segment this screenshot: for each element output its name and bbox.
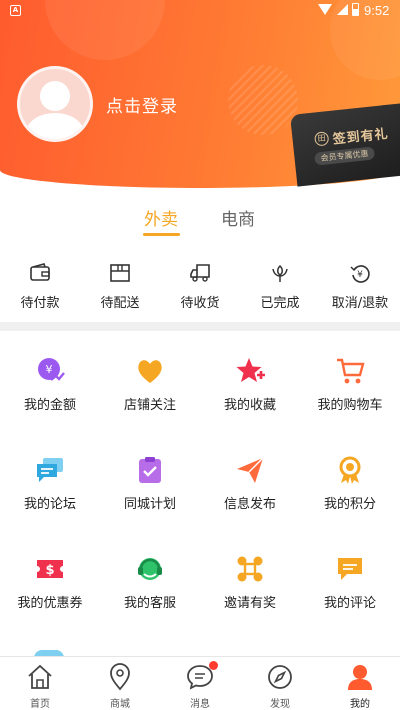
signin-subtitle: 会员专属优惠: [314, 146, 376, 166]
order-label: 待收货: [180, 296, 220, 311]
nav-label: 首页: [30, 699, 50, 710]
login-link[interactable]: 点击登录: [106, 92, 178, 117]
message-icon: [186, 661, 218, 691]
wifi-icon: [318, 4, 332, 15]
grid-label: 店铺关注: [123, 398, 176, 413]
status-time: 9:52: [364, 3, 390, 18]
refund-icon: ¥: [349, 262, 371, 284]
money-icon: ¥: [35, 356, 65, 386]
nav-home[interactable]: 首页: [0, 657, 80, 710]
grid-invite-rewards[interactable]: 邀请有奖: [200, 554, 300, 611]
grid-label: 信息发布: [223, 497, 276, 512]
coupon-icon: $: [35, 554, 65, 584]
signin-title: 签到有礼: [332, 126, 390, 148]
order-label: 取消/退款: [331, 296, 389, 311]
paper-plane-icon: [235, 455, 265, 485]
svg-text:$: $: [45, 563, 54, 578]
grid-my-points[interactable]: 我的积分: [300, 455, 400, 512]
avatar[interactable]: [17, 66, 93, 142]
grid-my-favorites[interactable]: 我的收藏: [200, 356, 300, 413]
grid-my-balance[interactable]: ¥ 我的金额: [0, 356, 100, 413]
order-pending-receipt[interactable]: 待收货: [160, 262, 240, 311]
grid-shop-follow[interactable]: 店铺关注: [100, 356, 200, 413]
signin-card[interactable]: 田 签到有礼 会员专属优惠: [290, 102, 400, 187]
compass-icon: [266, 663, 294, 691]
package-icon: [109, 262, 131, 284]
comment-icon: [335, 554, 365, 584]
grid-my-forum[interactable]: 我的论坛: [0, 455, 100, 512]
bottom-nav: 首页 商城 消息 发现 我的: [0, 656, 400, 710]
tab-indicator: [143, 233, 180, 236]
signal-icon: [337, 4, 348, 15]
chat-icon: [35, 455, 65, 485]
order-pending-payment[interactable]: 待付款: [0, 262, 80, 311]
grid-label: 同城计划: [123, 497, 176, 512]
nav-label: 发现: [270, 699, 290, 710]
order-label: 待配送: [100, 296, 140, 311]
section-divider: [0, 322, 400, 331]
flower-icon: [269, 262, 291, 284]
nav-label: 商城: [110, 699, 130, 710]
grid-customer-service[interactable]: 我的客服: [100, 554, 200, 611]
status-bar: A 9:52: [0, 0, 400, 22]
nav-messages[interactable]: 消息: [160, 657, 240, 710]
order-label: 待付款: [20, 296, 60, 311]
decor-circle: [228, 65, 298, 135]
profile-icon: [346, 663, 374, 691]
order-completed[interactable]: 已完成: [240, 262, 320, 311]
grid-label: 我的购物车: [317, 398, 383, 413]
heart-icon: [135, 356, 165, 386]
grid-label: 我的论坛: [23, 497, 76, 512]
order-pending-delivery[interactable]: 待配送: [80, 262, 160, 311]
star-icon: [235, 356, 265, 386]
battery-icon: [352, 3, 359, 16]
grid-label: 我的评论: [323, 596, 376, 611]
profile-page: A 9:52 点击登录 田 签到有礼 会员专属优惠 外卖 电商 待付款 待配送 …: [0, 0, 400, 710]
nav-discover[interactable]: 发现: [240, 657, 320, 710]
grid-label: 我的收藏: [223, 398, 276, 413]
order-refund[interactable]: ¥ 取消/退款: [320, 262, 400, 311]
medal-icon: [335, 455, 365, 485]
grid-my-comments[interactable]: 我的评论: [300, 554, 400, 611]
avatar-body: [26, 113, 84, 139]
unread-badge: [209, 661, 218, 670]
network-icon: [235, 554, 265, 584]
tab-ecommerce[interactable]: 电商: [221, 205, 255, 230]
wallet-icon: [29, 262, 51, 284]
grid-label: 我的客服: [123, 596, 176, 611]
app-notification-icon: A: [10, 5, 21, 16]
svg-text:¥: ¥: [46, 363, 53, 376]
grid-label: 我的积分: [323, 497, 376, 512]
gift-icon: 田: [313, 131, 330, 147]
order-label: 已完成: [260, 296, 300, 311]
grid-label: 邀请有奖: [223, 596, 276, 611]
nav-mine[interactable]: 我的: [320, 657, 400, 710]
nav-label: 消息: [190, 699, 210, 710]
nav-mall[interactable]: 商城: [80, 657, 160, 710]
cart-icon: [335, 356, 365, 386]
grid-label: 我的优惠券: [17, 596, 83, 611]
tab-takeaway[interactable]: 外卖: [144, 205, 178, 230]
avatar-head: [40, 81, 70, 111]
grid-my-coupons[interactable]: $ 我的优惠券: [0, 554, 100, 611]
nav-label: 我的: [350, 699, 370, 710]
order-tabs: 外卖 电商: [0, 205, 400, 237]
svg-text:¥: ¥: [357, 270, 363, 280]
clipboard-icon: [135, 455, 165, 485]
headset-icon: [135, 554, 165, 584]
grid-label: 我的金额: [23, 398, 76, 413]
location-icon: [106, 663, 134, 691]
order-status-row: 待付款 待配送 待收货 已完成 ¥ 取消/退款: [0, 262, 400, 322]
truck-icon: [189, 262, 211, 284]
grid-city-plan[interactable]: 同城计划: [100, 455, 200, 512]
grid-my-cart[interactable]: 我的购物车: [300, 356, 400, 413]
grid-post-info[interactable]: 信息发布: [200, 455, 300, 512]
home-icon: [26, 663, 54, 691]
